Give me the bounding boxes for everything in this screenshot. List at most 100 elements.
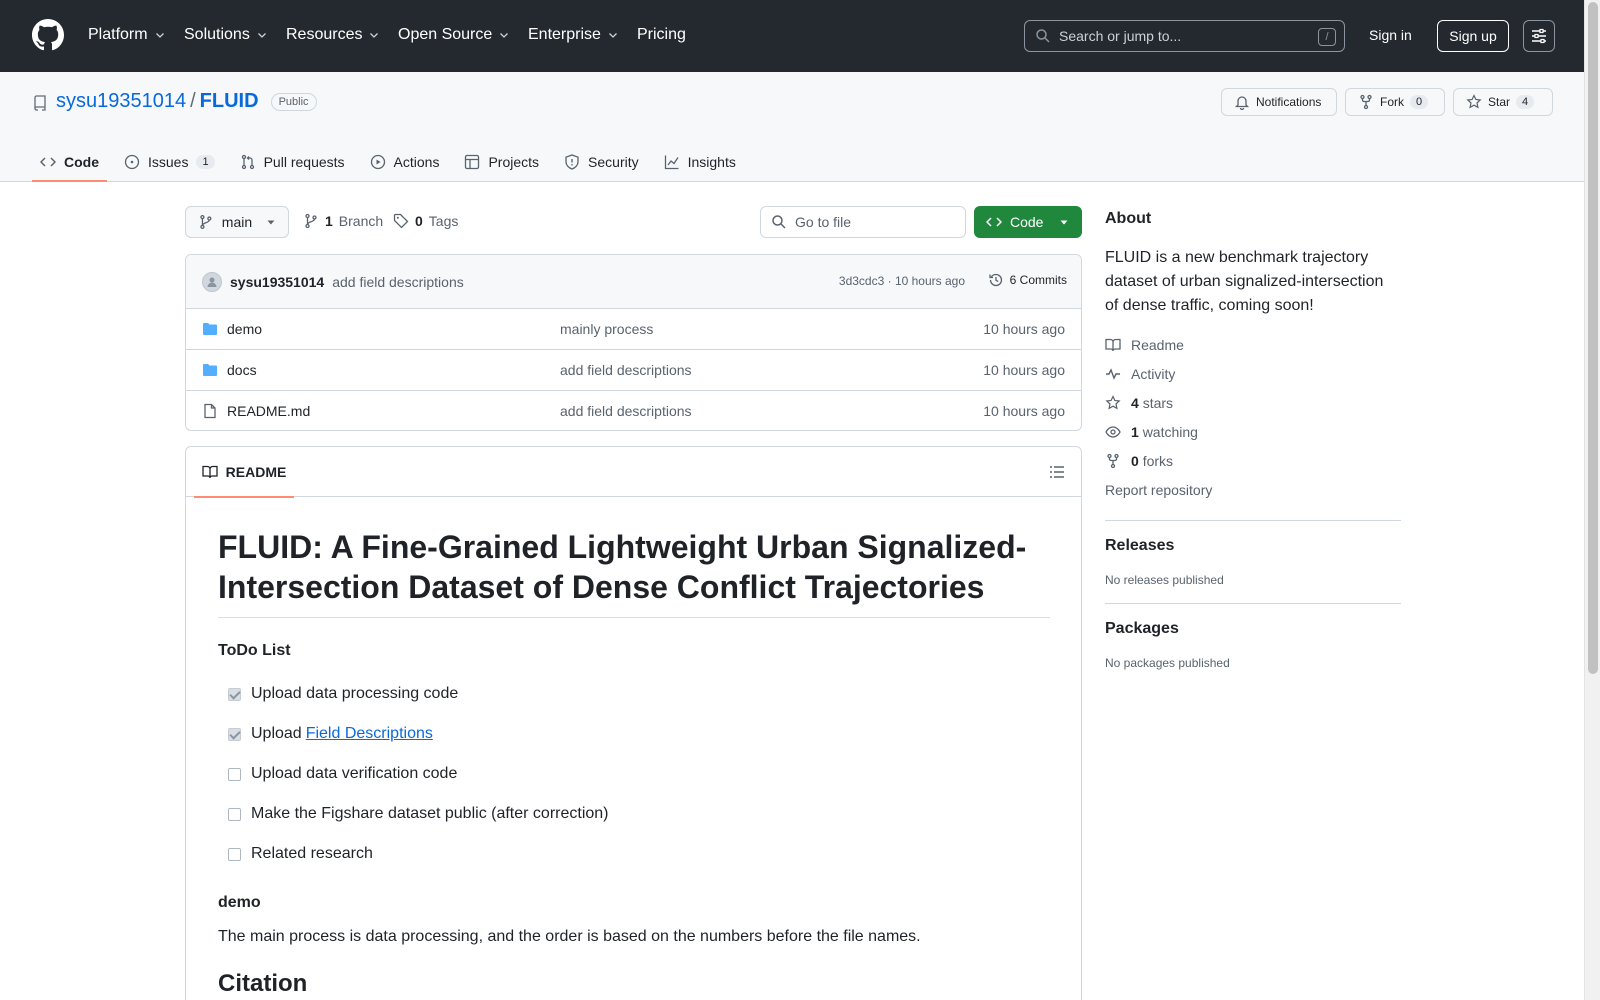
nav-resources[interactable]: Resources — [286, 24, 380, 46]
notifications-button[interactable]: Notifications — [1221, 88, 1337, 116]
todo-text: Make the Figshare dataset public (after … — [251, 805, 609, 822]
sliders-icon — [1532, 28, 1546, 44]
nav-platform[interactable]: Platform — [88, 24, 166, 46]
go-to-file-input[interactable]: Go to file — [760, 206, 966, 238]
bell-icon — [1234, 96, 1250, 110]
forks-label: forks — [1142, 452, 1174, 469]
tab-insights[interactable]: Insights — [656, 142, 744, 182]
checkbox-checked — [228, 687, 241, 701]
file-name-link[interactable]: demo — [227, 321, 262, 337]
file-commit-message[interactable]: add field descriptions — [560, 403, 692, 419]
file-name-link[interactable]: docs — [227, 362, 257, 378]
star-button[interactable]: Star 4 — [1453, 88, 1553, 116]
file-row[interactable]: demo mainly process 10 hours ago — [186, 309, 1081, 350]
code-dropdown-button[interactable]: Code — [974, 206, 1082, 238]
todo-text: Upload data verification code — [251, 765, 458, 782]
graph-icon — [664, 155, 679, 170]
stars-label: stars — [1142, 394, 1174, 411]
sign-in-link[interactable]: Sign in — [1369, 27, 1412, 43]
file-row[interactable]: README.md add field descriptions 10 hour… — [186, 391, 1081, 430]
search-placeholder: Search or jump to... — [1059, 28, 1182, 44]
todo-item: Upload data verification code — [218, 754, 1050, 794]
issues-count: 1 — [196, 155, 215, 169]
branches-link[interactable]: 1 Branch — [303, 213, 383, 229]
global-search-input[interactable]: Search or jump to... / — [1024, 20, 1345, 52]
commit-hash-time[interactable]: 3d3cdc3 · 10 hours ago — [839, 274, 965, 288]
chevron-down-icon — [500, 33, 509, 38]
tags-link[interactable]: 0 Tags — [393, 213, 458, 229]
visibility-badge: Public — [270, 92, 317, 111]
tab-label: Code — [64, 154, 99, 170]
tab-label: Pull requests — [263, 154, 345, 170]
scrollbar-thumb[interactable] — [1588, 2, 1598, 674]
nav-label: Platform — [88, 26, 148, 43]
nav-pricing[interactable]: Pricing — [637, 24, 686, 46]
nav-label: Solutions — [184, 26, 250, 43]
stars-link[interactable]: 4 stars — [1105, 388, 1401, 417]
readme-title: FLUID: A Fine-Grained Lightweight Urban … — [218, 527, 1050, 618]
about-links: Readme Activity 4 stars 1 watching 0 for… — [1105, 330, 1401, 504]
tab-issues[interactable]: Issues 1 — [116, 142, 223, 182]
nav-open-source[interactable]: Open Source — [398, 24, 510, 46]
list-icon[interactable] — [1049, 464, 1065, 480]
releases-empty-text: No releases published — [1105, 573, 1224, 587]
code-button-label: Code — [1010, 214, 1044, 230]
watching-link[interactable]: 1 watching — [1105, 417, 1401, 446]
readme-title-line: FLUID: A Fine-Grained Lightweight Urban … — [218, 529, 1027, 565]
demo-paragraph: The main process is data processing, and… — [218, 928, 921, 945]
tab-actions[interactable]: Actions — [362, 142, 448, 182]
repo-description: FLUID is a new benchmark trajectory data… — [1105, 249, 1384, 314]
avatar[interactable] — [202, 271, 222, 292]
branch-selector[interactable]: main — [185, 206, 289, 238]
activity-link[interactable]: Activity — [1105, 359, 1401, 388]
search-icon — [1036, 29, 1050, 43]
code-icon — [986, 217, 1002, 227]
chevron-down-icon — [370, 33, 379, 38]
file-commit-message[interactable]: mainly process — [560, 321, 653, 337]
packages-heading[interactable]: Packages — [1105, 620, 1401, 638]
tab-code[interactable]: Code — [32, 142, 107, 182]
repo-owner-link[interactable]: sysu19351014 — [56, 90, 186, 113]
tag-count: 0 — [415, 213, 423, 229]
tab-security[interactable]: Security — [556, 142, 647, 182]
nav-solutions[interactable]: Solutions — [184, 24, 268, 46]
settings-menu-button[interactable] — [1523, 20, 1555, 52]
readme-link[interactable]: Readme — [1105, 330, 1401, 359]
file-row[interactable]: docs add field descriptions 10 hours ago — [186, 350, 1081, 391]
readme-tab[interactable]: README — [194, 447, 294, 498]
fork-button[interactable]: Fork 0 — [1345, 88, 1445, 116]
todo-item: Related research — [218, 834, 1050, 874]
file-commit-time: 10 hours ago — [983, 321, 1065, 337]
nav-enterprise[interactable]: Enterprise — [528, 24, 619, 46]
forks-count: 0 — [1131, 452, 1139, 469]
book-icon — [202, 465, 218, 479]
eye-icon — [1105, 425, 1121, 438]
page-scrollbar[interactable] — [1584, 0, 1600, 1000]
repo-name-link[interactable]: FLUID — [200, 90, 259, 113]
field-descriptions-link[interactable]: Field Descriptions — [306, 725, 433, 743]
commit-message-link[interactable]: add field descriptions — [332, 274, 464, 290]
readme-header: README — [186, 447, 1081, 498]
tab-projects[interactable]: Projects — [456, 142, 547, 182]
tab-pull-requests[interactable]: Pull requests — [232, 142, 353, 182]
sign-up-button[interactable]: Sign up — [1437, 20, 1509, 52]
folder-icon — [203, 364, 217, 376]
commits-history-link[interactable]: 6 Commits — [988, 272, 1067, 288]
commit-author-link[interactable]: sysu19351014 — [230, 274, 324, 290]
report-repository-link[interactable]: Report repository — [1105, 475, 1401, 504]
file-name-link[interactable]: README.md — [227, 403, 310, 419]
readme-content: FLUID: A Fine-Grained Lightweight Urban … — [218, 527, 1050, 998]
about-heading: About — [1105, 210, 1152, 227]
file-commit-message[interactable]: add field descriptions — [560, 362, 692, 378]
chevron-down-icon — [155, 33, 164, 38]
branch-icon — [200, 214, 212, 230]
tab-label: Insights — [687, 154, 736, 170]
file-commit-time: 10 hours ago — [983, 362, 1065, 378]
folder-icon — [203, 323, 217, 335]
checkbox-unchecked — [228, 847, 241, 861]
todo-text: Upload — [251, 725, 302, 742]
forks-link[interactable]: 0 forks — [1105, 446, 1401, 475]
releases-heading[interactable]: Releases — [1105, 537, 1401, 555]
search-icon — [772, 215, 786, 229]
github-logo-icon[interactable] — [32, 19, 64, 51]
